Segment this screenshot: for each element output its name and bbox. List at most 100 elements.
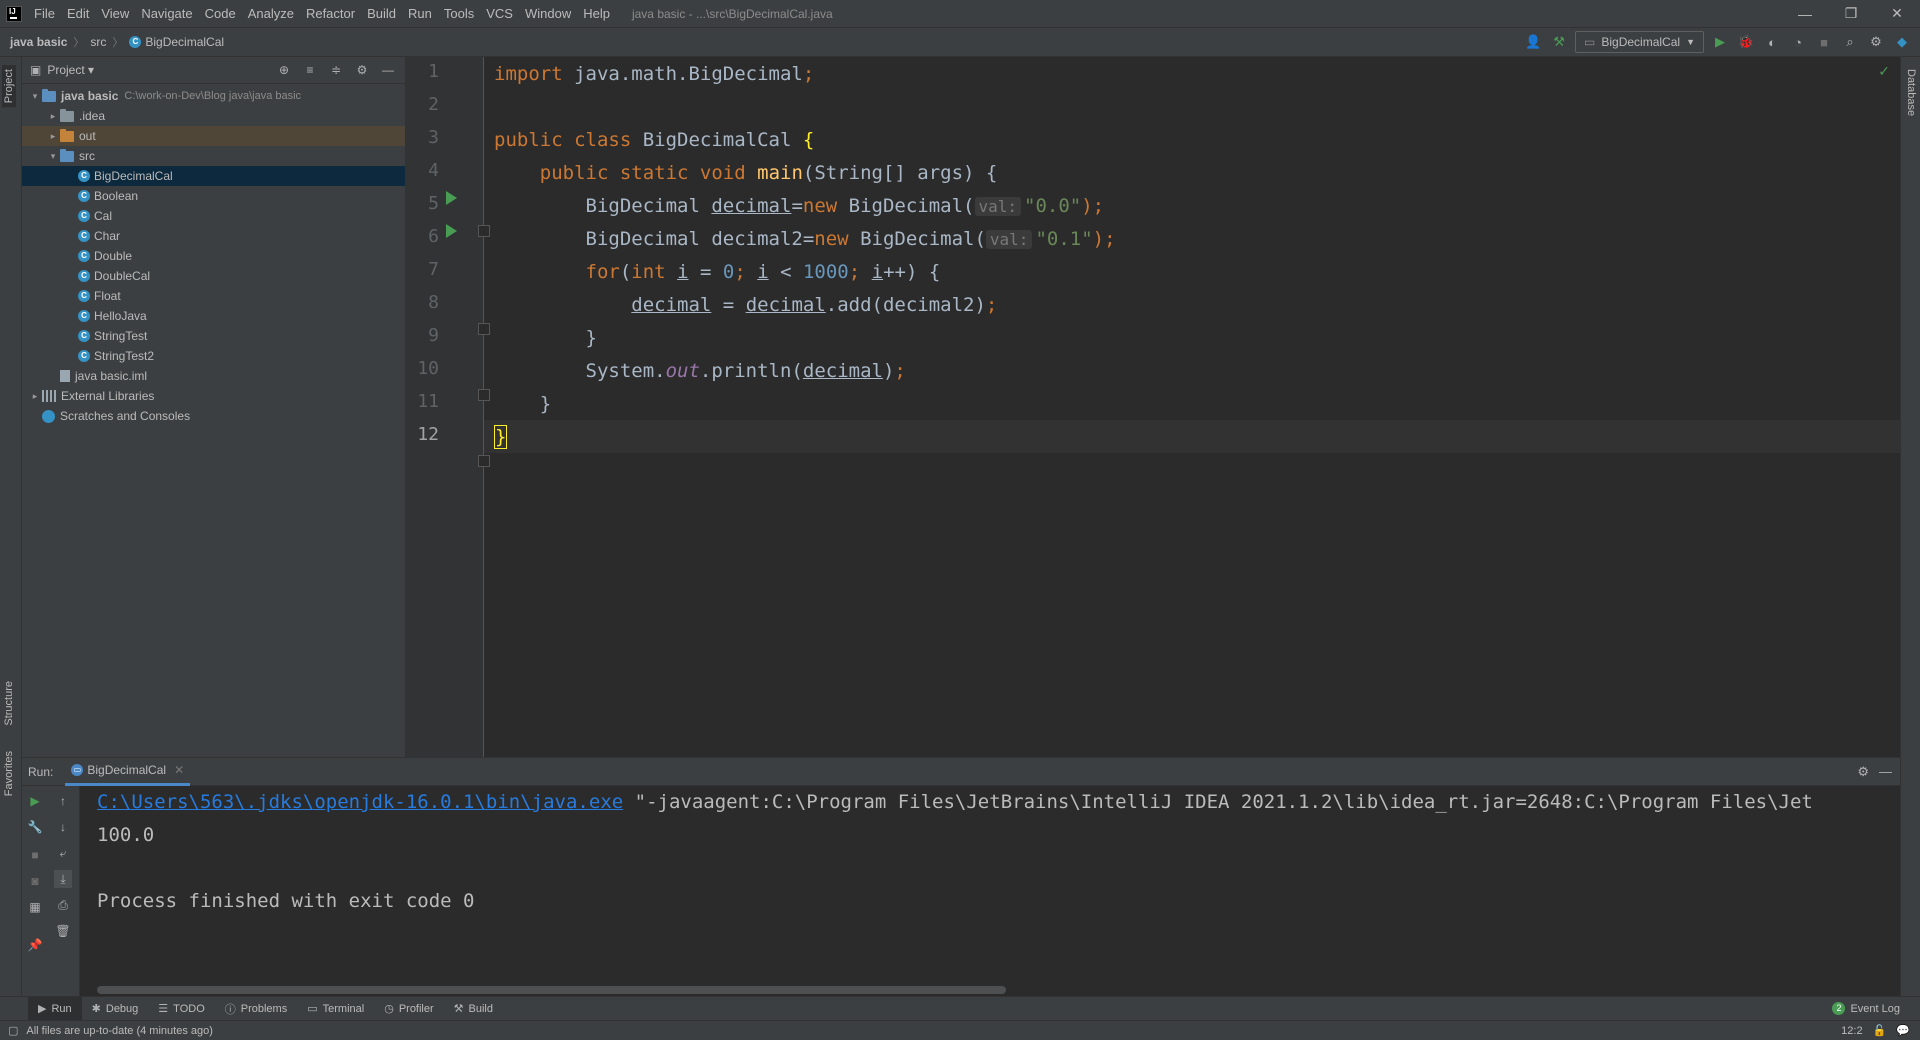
fold-icon[interactable] (478, 225, 490, 237)
console-output[interactable]: C:\Users\563\.jdks\openjdk-16.0.1\bin\ja… (97, 786, 1900, 997)
close-button[interactable]: ✕ (1874, 0, 1920, 28)
stop-icon[interactable]: ■ (26, 846, 44, 864)
layout-icon[interactable]: ▦ (26, 898, 44, 916)
breadcrumb-src[interactable]: src (90, 35, 106, 49)
tree-item[interactable]: C StringTest2 (22, 346, 405, 366)
debug-icon[interactable]: 🐞 (1736, 32, 1756, 52)
run-configuration-select[interactable]: ▭ BigDecimalCal ▼ (1575, 31, 1704, 53)
menu-run[interactable]: Run (402, 0, 438, 28)
tree-item[interactable]: Scratches and Consoles (22, 406, 405, 426)
menu-tools[interactable]: Tools (438, 0, 480, 28)
tree-item[interactable]: C DoubleCal (22, 266, 405, 286)
hide-icon[interactable]: — (379, 61, 397, 79)
tab-profiler[interactable]: ◷ Profiler (374, 997, 443, 1021)
tree-item[interactable]: ▸ .idea (22, 106, 405, 126)
code-editor[interactable]: 1 2 3 4 5 6 7 8 9 10 11 12 import java.math.BigDeci… (406, 57, 1900, 757)
tree-item[interactable]: ▸ out (22, 126, 405, 146)
hide-icon[interactable]: — (1879, 764, 1892, 780)
tree-item[interactable]: C Cal (22, 206, 405, 226)
project-view-select[interactable]: Project ▾ (47, 63, 94, 77)
run-icon[interactable]: ▶ (1710, 32, 1730, 52)
rerun-icon[interactable]: ▶ (26, 792, 44, 810)
tree-item[interactable]: ▾ java basic C:\work-on-Dev\Blog java\java… (22, 86, 405, 106)
chevron-right-icon[interactable]: ▸ (46, 131, 60, 142)
horizontal-scrollbar[interactable] (97, 986, 1006, 994)
coverage-icon[interactable]: ◐ (1762, 32, 1782, 52)
soft-wrap-icon[interactable]: ⤶ (54, 844, 72, 862)
plugin-icon[interactable]: ◆ (1892, 32, 1912, 52)
tree-item[interactable]: C Float (22, 286, 405, 306)
chevron-right-icon[interactable]: ▸ (46, 111, 60, 122)
caret-position[interactable]: 12:2 (1841, 1025, 1862, 1037)
structure-tool-tab[interactable]: Structure (2, 677, 16, 730)
menu-code[interactable]: Code (199, 0, 242, 28)
project-tool-tab[interactable]: Project (2, 65, 16, 108)
build-hammer-icon[interactable]: ⚒ (1549, 32, 1569, 52)
gear-icon[interactable]: ⚙ (1857, 764, 1869, 780)
arrow-up-icon[interactable]: ↑ (54, 792, 72, 810)
breadcrumb-file[interactable]: C BigDecimalCal (129, 35, 224, 49)
chevron-down-icon[interactable]: ▾ (28, 91, 42, 102)
gear-icon[interactable]: ⚙ (353, 61, 371, 79)
tree-item[interactable]: C HelloJava (22, 306, 405, 326)
scroll-to-end-icon[interactable]: ⤓ (54, 870, 72, 888)
locate-icon[interactable]: ⊕ (275, 61, 293, 79)
breadcrumb-project[interactable]: java basic (10, 35, 67, 49)
arrow-down-icon[interactable]: ↓ (54, 818, 72, 836)
fold-icon[interactable] (478, 455, 490, 467)
menu-build[interactable]: Build (361, 0, 402, 28)
tree-item[interactable]: C BigDecimalCal (22, 166, 405, 186)
profile-icon[interactable]: ◔ (1788, 32, 1808, 52)
stop-icon[interactable]: ■ (1814, 32, 1834, 52)
collapse-all-icon[interactable]: ≑ (327, 61, 345, 79)
tree-item[interactable]: C Double (22, 246, 405, 266)
search-icon[interactable]: ⌕ (1840, 32, 1860, 52)
menu-edit[interactable]: Edit (61, 0, 95, 28)
event-log-button[interactable]: 2 Event Log (1832, 1002, 1900, 1015)
tab-build[interactable]: ⚒ Build (444, 997, 503, 1021)
tree-item[interactable]: ▸ External Libraries (22, 386, 405, 406)
fold-icon[interactable] (478, 323, 490, 335)
expand-all-icon[interactable]: ≡ (301, 61, 319, 79)
wrench-icon[interactable]: 🔧 (26, 818, 44, 836)
tab-problems[interactable]: ⓘ Problems (215, 997, 297, 1021)
tree-item[interactable]: ▾ src (22, 146, 405, 166)
camera-icon[interactable]: ◙ (26, 872, 44, 890)
trash-icon[interactable]: 🗑 (54, 922, 72, 940)
tree-item[interactable]: C StringTest (22, 326, 405, 346)
java-path-link[interactable]: C:\Users\563\.jdks\openjdk-16.0.1\bin\ja… (97, 791, 623, 813)
tree-item[interactable]: C Char (22, 226, 405, 246)
menu-refactor[interactable]: Refactor (300, 0, 361, 28)
run-tab-bigdecimalcal[interactable]: ▭ BigDecimalCal ✕ (65, 758, 191, 786)
chevron-down-icon[interactable]: ▾ (46, 151, 60, 162)
menu-analyze[interactable]: Analyze (242, 0, 300, 28)
tab-debug[interactable]: ✱ Debug (82, 997, 149, 1021)
notifications-icon[interactable]: 💬 (1896, 1024, 1910, 1037)
database-tool-tab[interactable]: Database (1904, 65, 1918, 120)
menu-window[interactable]: Window (519, 0, 577, 28)
print-icon[interactable]: ⎙ (54, 896, 72, 914)
tab-todo[interactable]: ☰ TODO (148, 997, 214, 1021)
restore-button[interactable]: ❐ (1828, 0, 1874, 28)
menu-help[interactable]: Help (577, 0, 616, 28)
user-icon[interactable]: 👤 (1523, 32, 1543, 52)
close-icon[interactable]: ✕ (174, 763, 184, 777)
tree-item[interactable]: java basic.iml (22, 366, 405, 386)
chevron-right-icon[interactable]: ▸ (28, 391, 42, 402)
menu-file[interactable]: File (28, 0, 61, 28)
fold-icon[interactable] (478, 389, 490, 401)
tree-item[interactable]: C Boolean (22, 186, 405, 206)
minimize-button[interactable]: — (1782, 0, 1828, 28)
gear-icon[interactable]: ⚙ (1866, 32, 1886, 52)
favorites-tool-tab[interactable]: Favorites (2, 747, 16, 800)
tab-terminal[interactable]: ▭ Terminal (297, 997, 374, 1021)
menu-navigate[interactable]: Navigate (135, 0, 198, 28)
lock-icon[interactable]: 🔓 (1873, 1024, 1887, 1037)
tab-run[interactable]: ▶ Run (28, 996, 82, 1021)
pin-icon[interactable]: 📌 (26, 936, 44, 954)
run-gutter-icon[interactable] (446, 224, 457, 238)
run-gutter-icon[interactable] (446, 191, 457, 205)
menu-view[interactable]: View (95, 0, 135, 28)
menu-vcs[interactable]: VCS (480, 0, 519, 28)
toggle-tool-windows-icon[interactable]: ▢ (8, 1024, 18, 1037)
